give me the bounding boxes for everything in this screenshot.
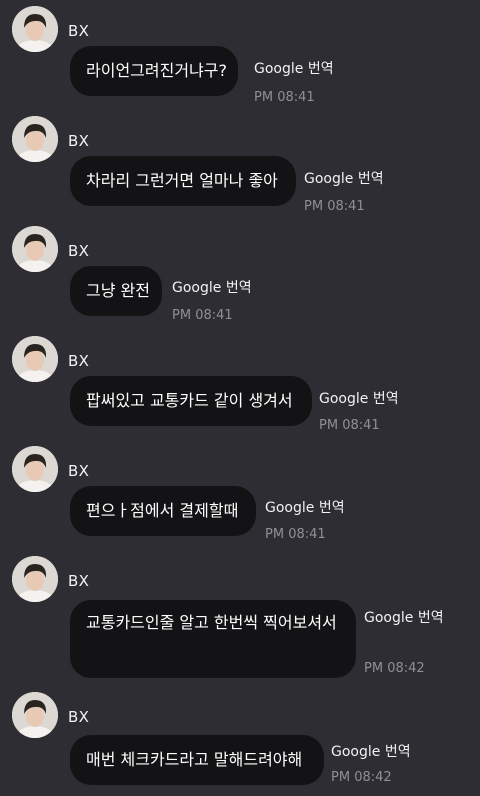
message-item: BX 그냥 완전 Google 번역 PM 08:41: [0, 220, 480, 330]
avatar[interactable]: [12, 446, 58, 492]
message-bubble[interactable]: 교통카드인줄 알고 한번씩 찍어보셔서: [70, 600, 356, 678]
message-timestamp: PM 08:41: [319, 418, 380, 433]
message-timestamp: PM 08:41: [172, 308, 233, 323]
chat-window: BX 라이언그려진거냐구? Google 번역 PM 08:41 BX 차라리 …: [0, 0, 480, 795]
message-item: BX 팝써있고 교통카드 같이 생겨서 Google 번역 PM 08:41: [0, 330, 480, 440]
message-bubble[interactable]: 그냥 완전: [70, 266, 162, 316]
avatar[interactable]: [12, 692, 58, 738]
avatar[interactable]: [12, 336, 58, 382]
message-item: BX 편으ㅏ점에서 결제할때 Google 번역 PM 08:41: [0, 440, 480, 550]
message-timestamp: PM 08:42: [364, 661, 425, 676]
message-bubble[interactable]: 매번 체크카드라고 말해드려야해: [70, 735, 324, 785]
message-bubble[interactable]: 편으ㅏ점에서 결제할때: [70, 486, 256, 536]
google-translate-link[interactable]: Google 번역: [319, 388, 399, 408]
message-bubble[interactable]: 라이언그려진거냐구?: [70, 46, 238, 96]
google-translate-link[interactable]: Google 번역: [331, 741, 411, 761]
message-timestamp: PM 08:42: [331, 770, 392, 785]
message-item: BX 라이언그려진거냐구? Google 번역 PM 08:41: [0, 0, 480, 110]
message-item: BX 교통카드인줄 알고 한번씩 찍어보셔서 Google 번역 PM 08:4…: [0, 550, 480, 686]
sender-name: BX: [68, 242, 90, 260]
google-translate-link[interactable]: Google 번역: [172, 277, 252, 297]
avatar[interactable]: [12, 226, 58, 272]
google-translate-link[interactable]: Google 번역: [265, 497, 345, 517]
sender-name: BX: [68, 352, 90, 370]
message-item: BX 차라리 그런거면 얼마나 좋아 Google 번역 PM 08:41: [0, 110, 480, 220]
google-translate-link[interactable]: Google 번역: [304, 168, 384, 188]
message-bubble[interactable]: 차라리 그런거면 얼마나 좋아: [70, 156, 296, 206]
message-timestamp: PM 08:41: [265, 527, 326, 542]
message-timestamp: PM 08:41: [254, 90, 315, 105]
google-translate-link[interactable]: Google 번역: [254, 58, 334, 78]
avatar[interactable]: [12, 116, 58, 162]
message-timestamp: PM 08:41: [304, 199, 365, 214]
sender-name: BX: [68, 708, 90, 726]
sender-name: BX: [68, 572, 90, 590]
sender-name: BX: [68, 462, 90, 480]
avatar[interactable]: [12, 6, 58, 52]
sender-name: BX: [68, 132, 90, 150]
avatar[interactable]: [12, 556, 58, 602]
sender-name: BX: [68, 22, 90, 40]
google-translate-link[interactable]: Google 번역: [364, 607, 444, 627]
message-item: BX 매번 체크카드라고 말해드려야해 Google 번역 PM 08:42: [0, 686, 480, 796]
message-bubble[interactable]: 팝써있고 교통카드 같이 생겨서: [70, 376, 312, 426]
